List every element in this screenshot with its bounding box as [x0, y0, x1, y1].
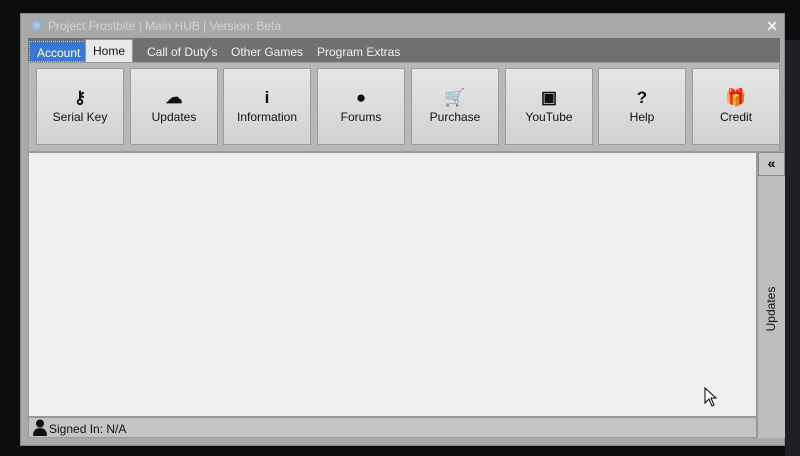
updates-side-panel[interactable]: « Updates [757, 152, 785, 438]
credit-button[interactable]: 🎁 Credit [692, 68, 780, 145]
user-icon [33, 419, 47, 436]
gift-icon: 🎁 [725, 88, 747, 107]
button-label: Updates [151, 110, 197, 124]
globe-icon: ● [355, 88, 367, 107]
youtube-icon: ▣ [540, 88, 558, 107]
information-button[interactable]: i Information [223, 68, 311, 145]
button-label: Credit [719, 110, 752, 124]
forums-button[interactable]: ● Forums [317, 68, 405, 145]
tab-other-games[interactable]: Other Games [224, 41, 310, 62]
close-icon[interactable]: ✕ [766, 18, 778, 35]
button-label: Information [236, 110, 298, 124]
content-area [28, 152, 757, 417]
cloud-download-icon: ☁ [165, 88, 183, 107]
status-bar: Signed In: N/A [28, 417, 757, 438]
button-label: YouTube [525, 110, 573, 124]
help-button[interactable]: ? Help [598, 68, 686, 145]
app-icon [30, 19, 43, 32]
tab-call-of-duty[interactable]: Call of Duty's [140, 41, 224, 62]
signed-in-status: Signed In: N/A [49, 422, 127, 436]
tab-strip: Account Home Call of Duty's Other Games … [28, 38, 780, 62]
button-label: Forums [340, 110, 382, 124]
info-icon: i [264, 88, 270, 107]
title-bar: Project Frostbite | Main HUB | Version: … [21, 14, 784, 38]
home-button-panel: ⚷ Serial Key ☁ Updates i Information ● Forum… [28, 62, 780, 152]
window-title: Project Frostbite | Main HUB | Version: … [48, 19, 281, 33]
question-icon: ? [636, 88, 648, 107]
tab-account[interactable]: Account [29, 41, 89, 62]
serial-key-button[interactable]: ⚷ Serial Key [36, 68, 124, 145]
youtube-button[interactable]: ▣ YouTube [505, 68, 593, 145]
button-label: Purchase [429, 110, 481, 124]
key-icon: ⚷ [73, 88, 87, 107]
tab-home[interactable]: Home [85, 39, 134, 62]
collapse-button[interactable]: « [758, 152, 785, 176]
mouse-cursor-icon [704, 387, 718, 407]
main-window: Project Frostbite | Main HUB | Version: … [20, 13, 785, 446]
updates-panel-label: Updates [764, 286, 778, 332]
button-label: Help [629, 110, 655, 124]
tab-program-extras[interactable]: Program Extras [310, 41, 407, 62]
cart-icon: 🛒 [444, 88, 466, 107]
updates-button[interactable]: ☁ Updates [130, 68, 218, 145]
desktop-background [785, 40, 800, 456]
button-label: Serial Key [52, 110, 108, 124]
purchase-button[interactable]: 🛒 Purchase [411, 68, 499, 145]
